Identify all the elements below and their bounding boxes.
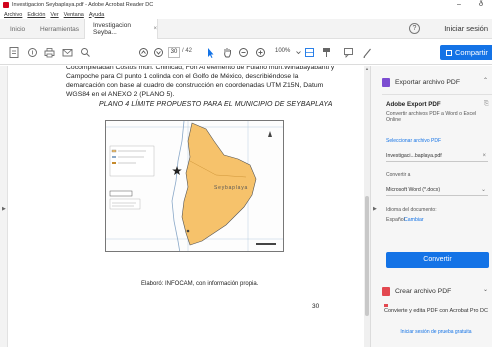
save-icon[interactable] — [9, 46, 19, 59]
menu-item-ventana[interactable]: Ventana — [64, 12, 84, 18]
selected-file-value: Investigaci...baplaya.pdf — [386, 153, 442, 159]
export-pdf-description: Convertir archivos PDF a Word o Excel On… — [386, 111, 477, 123]
tab-document[interactable]: Investigacion Seyba... × — [84, 19, 158, 39]
plano-title: PLANO 4 LÍMITE PROPUESTO PARA EL MUNICIP… — [99, 101, 333, 108]
change-language-link[interactable]: Cambiar — [404, 217, 424, 223]
help-icon[interactable]: ? — [409, 23, 420, 34]
collapse-right-pane-icon[interactable]: ▶ — [373, 206, 377, 212]
zoom-in-icon[interactable] — [255, 46, 266, 59]
export-pdf-icon — [382, 77, 390, 87]
page-up-icon[interactable] — [138, 46, 149, 59]
pdf-page: Cocompletadan Costos mun. Chinicad, Fon … — [9, 66, 364, 347]
dropdown-chevron-icon[interactable]: ⌄ — [481, 184, 486, 196]
minimize-button[interactable]: – — [454, 1, 464, 8]
share-button-label: Compartir — [455, 48, 488, 57]
expand-left-pane-icon[interactable]: ▶ — [2, 206, 6, 212]
upload-cloud-icon[interactable] — [27, 46, 38, 59]
promo-accent-bar — [384, 304, 388, 307]
print-icon[interactable] — [44, 46, 55, 59]
export-pdf-header-label: Exportar archivo PDF — [395, 78, 460, 86]
left-navigation-strip: ▶ — [0, 66, 8, 347]
pin-icon[interactable]: ⎘ — [484, 101, 489, 108]
menu-item-edicion[interactable]: Edición — [27, 12, 45, 18]
menu-item-ver[interactable]: Ver — [50, 12, 58, 18]
close-tab-icon[interactable]: × — [153, 26, 157, 32]
panel-divider — [382, 94, 492, 95]
window-controls: – ð — [454, 1, 486, 8]
convert-button[interactable]: Convertir — [386, 252, 489, 268]
tab-home[interactable]: Inicio — [10, 19, 25, 39]
chevron-down-icon[interactable] — [296, 46, 301, 59]
page-number: 30 — [312, 303, 320, 310]
free-trial-link[interactable]: Iniciar sesión de prueba gratuita — [382, 329, 490, 335]
chevron-up-icon[interactable]: ⌃ — [483, 77, 488, 84]
main-toolbar: 30 / 42 100% Compartir — [0, 40, 492, 65]
map-graphic — [106, 121, 283, 251]
acrobat-app-icon — [3, 2, 9, 8]
email-icon[interactable] — [62, 46, 73, 59]
pen-icon[interactable] — [362, 46, 372, 59]
tab-bar: Inicio Herramientas Investigacion Seyba.… — [0, 19, 492, 39]
search-icon[interactable] — [80, 46, 91, 59]
hand-tool-icon[interactable] — [222, 46, 232, 59]
export-pdf-title: Adobe Export PDF — [386, 101, 441, 108]
convert-to-select[interactable]: Microsoft Word (*.docx) ⌄ — [386, 184, 488, 196]
share-button[interactable]: Compartir — [440, 45, 492, 60]
convert-to-label: Convertir a — [386, 172, 411, 178]
page-number-input[interactable]: 30 — [168, 47, 180, 58]
comment-icon[interactable] — [343, 46, 354, 59]
doc-language-label: Idioma del documento: — [386, 207, 437, 213]
window-title: Investigacion Seybaplaya.pdf - Adobe Acr… — [12, 2, 154, 8]
signin-link[interactable]: Iniciar sesión — [444, 24, 488, 33]
tab-tools[interactable]: Herramientas — [40, 19, 79, 39]
chevron-down-icon[interactable]: ⌄ — [483, 286, 488, 293]
clear-file-icon[interactable]: × — [482, 150, 486, 162]
share-icon — [446, 50, 452, 56]
scrollbar-thumb[interactable] — [365, 196, 369, 316]
document-viewport[interactable]: Cocompletadan Costos mun. Chinicad, Fon … — [9, 66, 364, 347]
municipality-map: Seybaplaya — [105, 120, 284, 252]
create-pdf-icon — [382, 286, 390, 296]
document-paragraph: Cocompletadan Costos mun. Chinicad, Fon … — [66, 66, 335, 98]
title-bar: Investigacion Seybaplaya.pdf - Adobe Acr… — [0, 0, 492, 10]
export-pdf-header[interactable]: Exportar archivo PDF ⌃ — [382, 74, 490, 90]
select-cursor-icon[interactable] — [205, 46, 215, 59]
select-file-label[interactable]: Seleccionar archivo PDF — [386, 138, 441, 144]
tab-document-label: Investigacion Seyba... — [93, 22, 131, 36]
menu-item-ayuda[interactable]: Ayuda — [89, 12, 105, 18]
zoom-level-dropdown[interactable]: 100% — [275, 48, 290, 54]
fit-page-icon[interactable] — [304, 46, 315, 59]
figure-caption: Elaboró: INFOCAM, con información propia… — [141, 281, 259, 287]
promo-text: Convierte y edita PDF con Acrobat Pro DC — [384, 308, 488, 314]
zoom-out-icon[interactable] — [238, 46, 249, 59]
create-pdf-header[interactable]: Crear archivo PDF ⌄ — [382, 283, 490, 299]
menu-item-archivo[interactable]: Archivo — [4, 12, 22, 18]
restore-button[interactable]: ð — [476, 1, 486, 8]
page-down-icon[interactable] — [153, 46, 164, 59]
menu-bar: Archivo Edición Ver Ventana Ayuda — [0, 10, 492, 19]
scroll-mode-icon[interactable] — [321, 46, 332, 59]
page-total: / 42 — [182, 48, 193, 54]
create-pdf-header-label: Crear archivo PDF — [395, 287, 452, 295]
doc-language-value: Español — [386, 217, 405, 223]
map-label-seybaplaya: Seybaplaya — [214, 185, 249, 191]
convert-to-value: Microsoft Word (*.docx) — [386, 187, 441, 193]
selected-file-field[interactable]: Investigaci...baplaya.pdf × — [386, 150, 488, 162]
